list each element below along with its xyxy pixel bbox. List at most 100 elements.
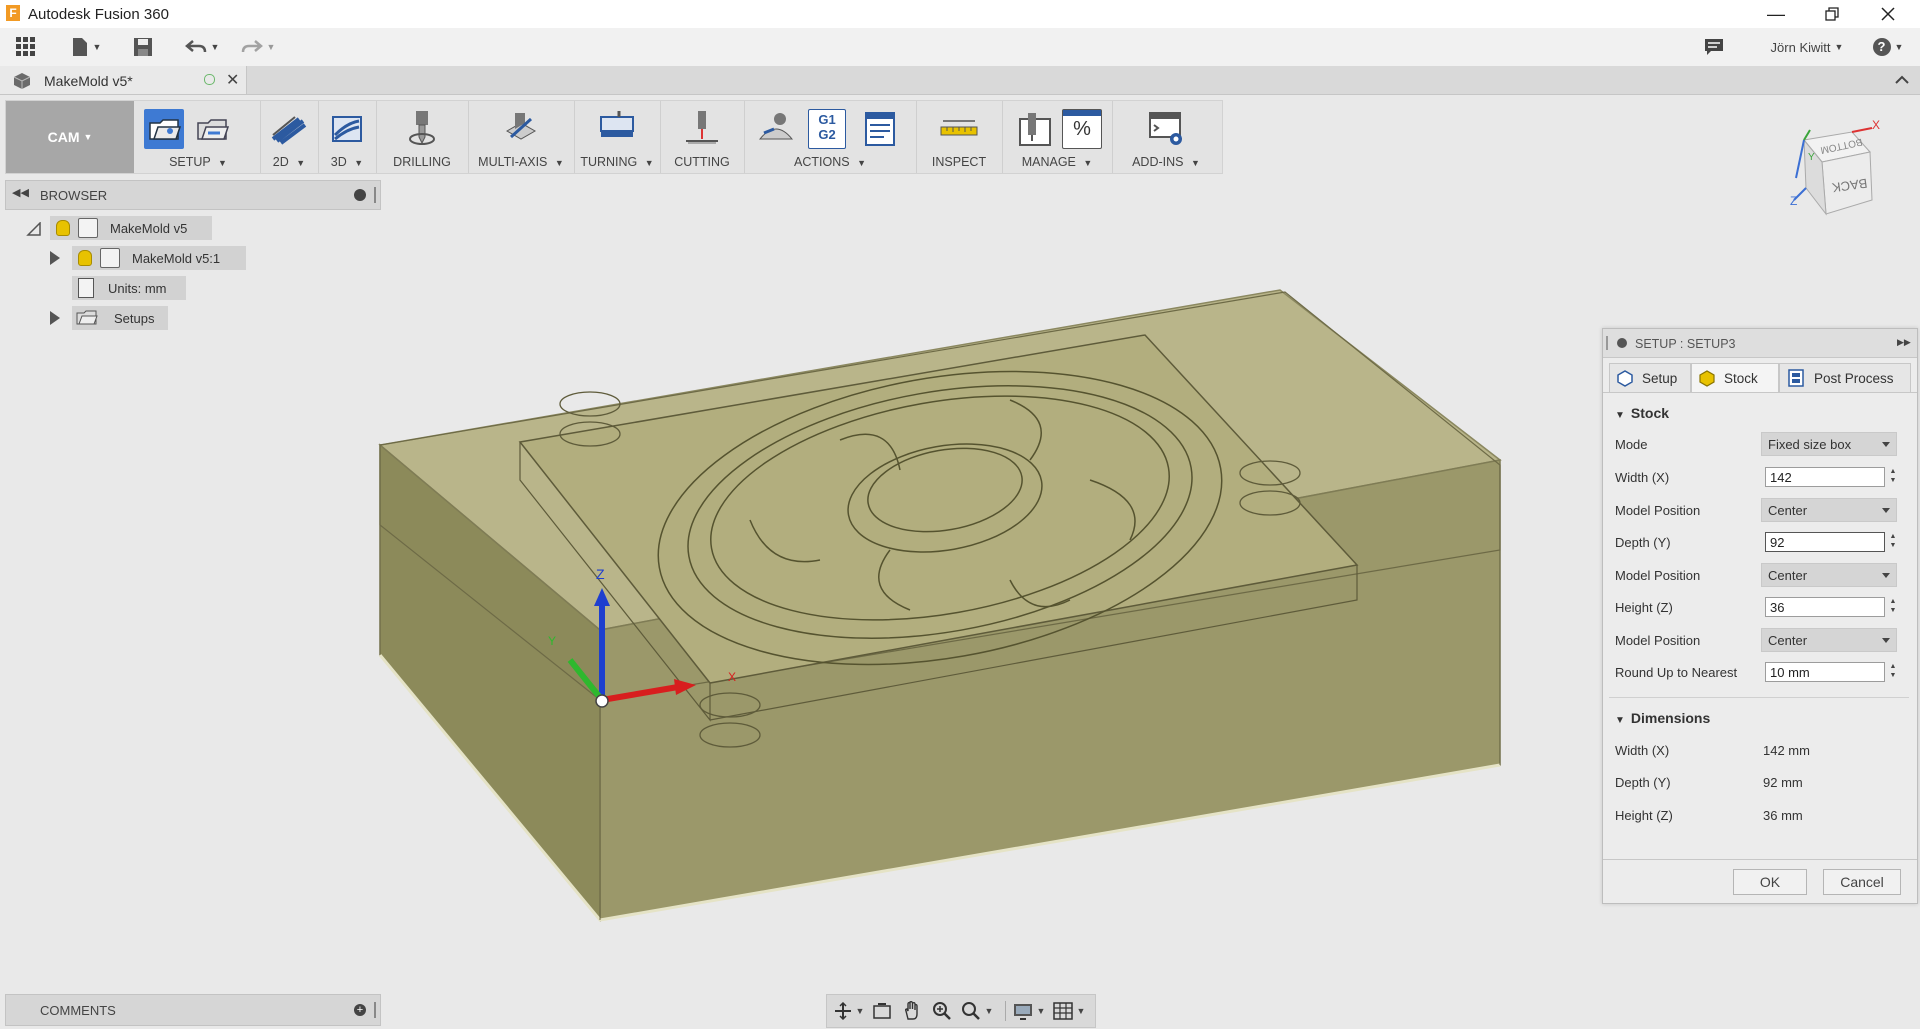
collapse-chevron-icon[interactable] (1894, 72, 1910, 88)
turning-label: TURNING ▼ (580, 155, 654, 169)
dialog-header[interactable]: SETUP : SETUP3 ▶▶ (1603, 329, 1917, 358)
dialog-title: SETUP : SETUP3 (1635, 337, 1736, 351)
navbar-separator (1005, 1001, 1006, 1021)
width-input[interactable] (1765, 467, 1885, 487)
tab-stock[interactable]: Stock (1691, 363, 1779, 393)
tab-post-process[interactable]: Post Process (1779, 363, 1911, 393)
restore-button[interactable] (1804, 0, 1860, 28)
file-icon (72, 38, 87, 56)
tree-item-root[interactable]: MakeMold v5 (50, 216, 212, 240)
chevron-down-icon (1882, 638, 1890, 643)
orbit-button[interactable]: ▼ (831, 1001, 867, 1021)
g2-text: G2 (818, 127, 836, 142)
ok-button[interactable]: OK (1733, 869, 1807, 895)
zoom-button[interactable] (929, 1001, 955, 1021)
section-divider (1609, 697, 1909, 698)
folder-icon (76, 310, 98, 325)
multi-axis-label: MULTI-AXIS ▼ (478, 155, 564, 169)
browser-panel-header[interactable]: ◀◀ BROWSER (5, 180, 381, 210)
workspace-switcher[interactable]: CAM ▼ (6, 101, 134, 173)
3d-group[interactable]: 3D ▼ (318, 101, 377, 173)
dialog-options-icon[interactable] (1617, 338, 1627, 348)
tree-item-component[interactable]: MakeMold v5:1 (72, 246, 246, 270)
tree-expand-icon[interactable] (50, 251, 60, 265)
document-tab-bar: MakeMold v5* ✕ (0, 66, 1920, 95)
model-position-y-dropdown[interactable]: Center (1761, 563, 1897, 587)
look-at-button[interactable] (869, 1001, 895, 1021)
dim-depth-label: Depth (Y) (1615, 775, 1671, 790)
triad-x-label: X (728, 670, 737, 684)
viewcube-axis-y: Y (1808, 152, 1815, 163)
viewcube-axis-z: Z (1790, 194, 1798, 208)
panel-resize-handle[interactable] (374, 187, 376, 203)
section-title: Dimensions (1630, 710, 1711, 726)
cutting-group[interactable]: CUTTING (660, 101, 745, 173)
quick-access-toolbar: ▼ ▼ ▼ Jörn Kiwitt ▼ ? ▼ (0, 28, 1920, 67)
tree-expand-icon[interactable] (50, 311, 60, 325)
viewcube[interactable]: BOTTOM BACK X Y Z (1790, 118, 1890, 222)
actions-label: ACTIONS ▼ (794, 155, 866, 169)
notifications-button[interactable] (1700, 34, 1728, 60)
visibility-bulb-icon[interactable] (56, 220, 70, 236)
file-menu-button[interactable]: ▼ (66, 34, 106, 60)
grid-settings-button[interactable]: ▼ (1051, 1001, 1087, 1021)
viewcube-axis-x: X (1872, 118, 1881, 132)
component-icon (78, 218, 98, 238)
depth-input[interactable] (1765, 532, 1885, 552)
expand-dialog-icon[interactable]: ▶▶ (1897, 337, 1911, 348)
tree-item-units[interactable]: Units: mm (72, 276, 186, 300)
actions-group[interactable]: G1 G2 ACTIONS ▼ (744, 101, 917, 173)
display-settings-button[interactable]: ▼ (1011, 1001, 1047, 1021)
panel-resize-handle[interactable] (374, 1002, 376, 1018)
round-up-spinner[interactable]: ▲ ▼ (1889, 662, 1897, 682)
model-position-x-dropdown[interactable]: Center (1761, 498, 1897, 522)
new-folder-icon[interactable] (192, 109, 232, 149)
turning-group[interactable]: TURNING ▼ (574, 101, 661, 173)
visibility-bulb-icon[interactable] (78, 250, 92, 266)
data-panel-button[interactable] (12, 34, 40, 60)
setup-icon[interactable] (144, 109, 184, 149)
add-ins-group[interactable]: ADD-INS ▼ (1112, 101, 1220, 173)
close-tab-button[interactable]: ✕ (226, 70, 239, 90)
redo-button[interactable]: ▼ (236, 34, 280, 60)
depth-spinner[interactable]: ▲ ▼ (1889, 532, 1897, 552)
save-button[interactable] (130, 34, 156, 60)
tree-item-label: MakeMold v5:1 (132, 250, 221, 266)
minimize-button[interactable]: — (1748, 0, 1804, 28)
dialog-grip (1606, 336, 1608, 350)
add-comment-icon[interactable]: + (354, 1004, 366, 1016)
browser-options-icon[interactable] (354, 189, 366, 201)
model-position-z-dropdown[interactable]: Center (1761, 628, 1897, 652)
document-tab[interactable]: MakeMold v5* ✕ (0, 66, 247, 94)
width-spinner[interactable]: ▲ ▼ (1889, 467, 1897, 487)
height-input[interactable] (1765, 597, 1885, 617)
cancel-button[interactable]: Cancel (1823, 869, 1901, 895)
undo-button[interactable]: ▼ (180, 34, 224, 60)
chevron-down-icon (1882, 508, 1890, 513)
dropdown-value: Fixed size box (1768, 436, 1852, 452)
user-menu[interactable]: Jörn Kiwitt ▼ (1752, 34, 1862, 60)
dimensions-section-header[interactable]: ▼ Dimensions (1615, 710, 1710, 726)
multi-axis-group[interactable]: MULTI-AXIS ▼ (468, 101, 575, 173)
mode-dropdown[interactable]: Fixed size box (1761, 432, 1897, 456)
tree-collapse-icon[interactable] (26, 221, 42, 239)
comments-panel[interactable]: COMMENTS + (5, 994, 381, 1026)
setup-group[interactable]: SETUP ▼ (136, 101, 261, 173)
collapse-panel-icon[interactable]: ◀◀ (12, 186, 29, 199)
manage-group[interactable]: % MANAGE ▼ (1002, 101, 1113, 173)
setup-dialog: SETUP : SETUP3 ▶▶ Setup Stock Post Proce… (1602, 328, 1918, 904)
tab-setup[interactable]: Setup (1609, 363, 1691, 393)
fit-button[interactable]: ▼ (959, 1001, 995, 1021)
pan-button[interactable] (899, 1001, 925, 1021)
drilling-group[interactable]: DRILLING (376, 101, 469, 173)
inspect-group[interactable]: INSPECT (916, 101, 1003, 173)
stock-tab-icon (1699, 370, 1715, 387)
stock-section-header[interactable]: ▼ Stock (1615, 405, 1669, 421)
document-tab-title: MakeMold v5* (44, 73, 133, 89)
round-up-input[interactable] (1765, 662, 1885, 682)
2d-group[interactable]: 2D ▼ (260, 101, 319, 173)
tree-item-setups[interactable]: Setups (72, 306, 168, 330)
close-button[interactable] (1860, 0, 1916, 28)
help-menu[interactable]: ? ▼ (1868, 34, 1908, 60)
height-spinner[interactable]: ▲ ▼ (1889, 597, 1897, 617)
